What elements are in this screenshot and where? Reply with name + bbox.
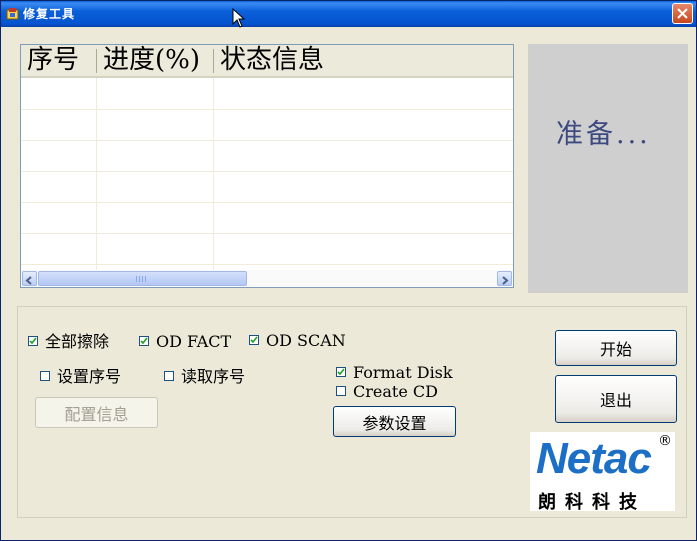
list-header: 序号 进度(%) 状态信息: [21, 45, 513, 78]
column-header-status[interactable]: 状态信息: [214, 45, 513, 76]
window-title: 修复工具: [23, 7, 76, 21]
checkbox-set-serial[interactable]: 设置序号: [40, 368, 140, 386]
checkbox-box[interactable]: [164, 371, 174, 381]
progress-list[interactable]: 序号 进度(%) 状态信息: [20, 44, 514, 288]
column-header-index[interactable]: 序号: [21, 45, 96, 76]
config-info-button[interactable]: 配置信息: [35, 397, 158, 428]
main-window: 修复工具 序号 进度(%) 状态信息 准备... 全部擦除 OD FACT OD…: [0, 0, 697, 541]
checkbox-create-cd[interactable]: Create CD: [336, 383, 456, 401]
checkbox-od-scan[interactable]: OD SCAN: [249, 331, 346, 350]
logo-company-name: 朗科科技: [538, 492, 646, 513]
start-button[interactable]: 开始: [555, 330, 677, 366]
table-row: [21, 233, 513, 234]
table-row: [21, 140, 513, 141]
status-panel: 准备...: [528, 44, 688, 293]
grip-icon: [136, 276, 147, 282]
scroll-left-button[interactable]: [22, 271, 37, 286]
arrow-left-icon: [25, 276, 32, 285]
checkbox-box[interactable]: [336, 386, 346, 396]
checkbox-label: 设置序号: [57, 367, 122, 386]
netac-logo: Netac ® 朗科科技: [530, 432, 675, 513]
logo-brand: Netac: [536, 434, 652, 483]
checkbox-box[interactable]: [139, 336, 149, 346]
checkbox-format-disk[interactable]: Format Disk: [336, 364, 466, 382]
mouse-cursor-icon: [232, 8, 246, 28]
column-header-progress[interactable]: 进度(%): [97, 45, 213, 76]
checkbox-label: OD SCAN: [266, 331, 346, 350]
table-row: [21, 171, 513, 172]
check-icon: [250, 336, 258, 344]
param-settings-button[interactable]: 参数设置: [333, 406, 456, 437]
check-icon: [140, 337, 148, 345]
close-button[interactable]: [672, 3, 693, 24]
checkbox-full-erase[interactable]: 全部擦除: [28, 333, 128, 351]
check-icon: [29, 337, 37, 345]
table-row: [21, 109, 513, 110]
scroll-right-button[interactable]: [497, 271, 512, 286]
arrow-right-icon: [502, 276, 509, 285]
horizontal-scrollbar[interactable]: [21, 270, 513, 287]
checkbox-label: Format Disk: [353, 363, 453, 382]
checkbox-label: Create CD: [353, 382, 438, 401]
checkbox-box[interactable]: [28, 336, 38, 346]
checkbox-box[interactable]: [40, 371, 50, 381]
registered-icon: ®: [658, 433, 672, 449]
checkbox-read-serial[interactable]: 读取序号: [164, 368, 264, 386]
check-icon: [337, 368, 345, 376]
checkbox-box[interactable]: [249, 335, 259, 345]
column-gridline: [96, 78, 97, 271]
checkbox-label: OD FACT: [156, 332, 232, 351]
status-text: 准备...: [556, 119, 651, 150]
app-icon: [6, 8, 19, 20]
title-bar[interactable]: 修复工具: [1, 1, 696, 27]
table-row: [21, 202, 513, 203]
close-icon: [677, 8, 688, 19]
scroll-thumb[interactable]: [38, 271, 247, 286]
table-row: [21, 264, 513, 265]
checkbox-box[interactable]: [336, 367, 346, 377]
checkbox-label: 全部擦除: [45, 332, 110, 351]
checkbox-od-fact[interactable]: OD FACT: [139, 333, 234, 351]
checkbox-label: 读取序号: [181, 367, 246, 386]
exit-button[interactable]: 退出: [555, 375, 677, 423]
column-gridline: [213, 78, 214, 271]
